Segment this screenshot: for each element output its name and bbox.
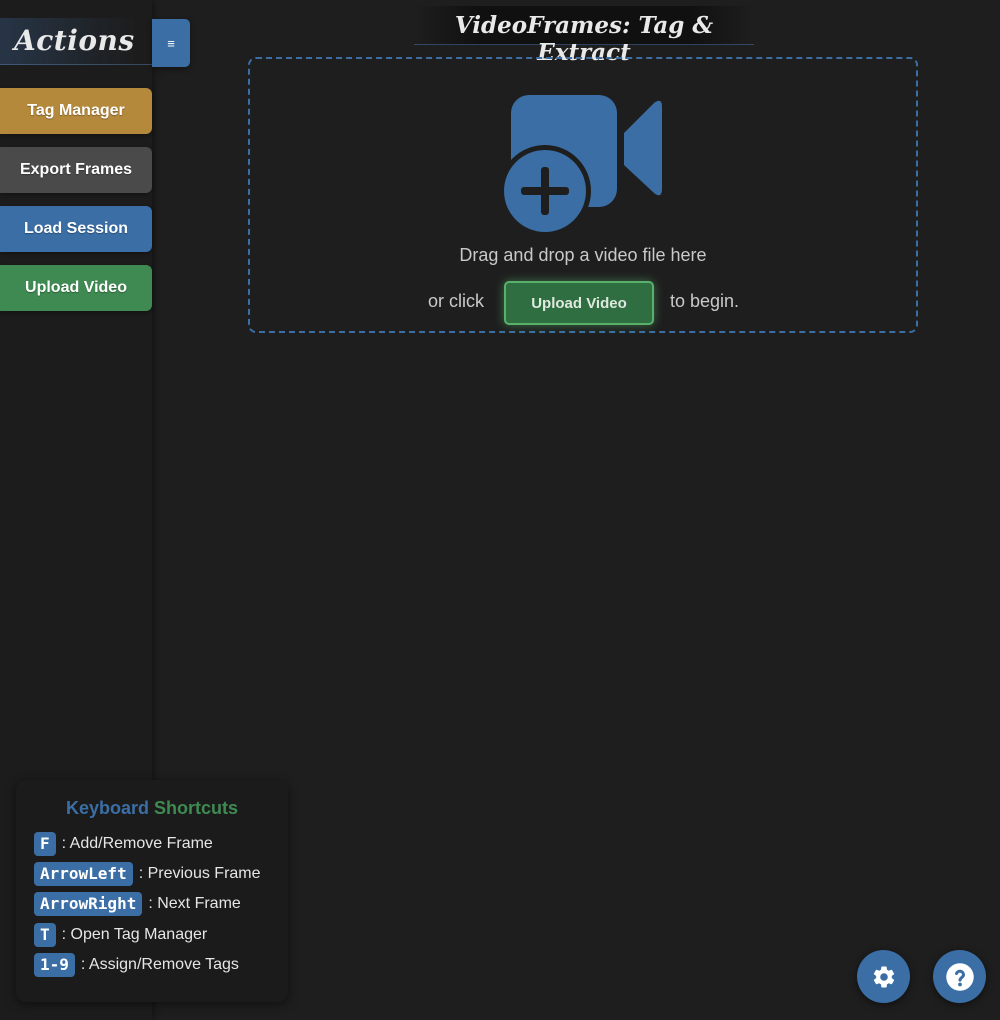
help-button[interactable] <box>933 950 986 1003</box>
shortcut-key: F <box>34 832 56 856</box>
load-session-button[interactable]: Load Session <box>0 206 152 252</box>
shortcuts-title-shortcuts: Shortcuts <box>154 798 239 818</box>
shortcut-action: : Assign/Remove Tags <box>80 956 239 973</box>
sidebar-header: Actions <box>0 18 152 65</box>
to-begin-text: to begin. <box>670 291 740 311</box>
help-icon <box>945 962 974 991</box>
shortcut-action: : Next Frame <box>148 895 241 912</box>
settings-button[interactable] <box>857 950 910 1003</box>
sidebar-upload-video-button[interactable]: Upload Video <box>0 265 152 311</box>
shortcut-action: : Previous Frame <box>138 865 261 882</box>
shortcuts-title-keyboard: Keyboard <box>65 798 149 818</box>
tag-manager-button[interactable]: Tag Manager <box>0 88 152 134</box>
app-header: VideoFrames: Tag & Extract <box>414 6 754 66</box>
keyboard-shortcuts-panel: Keyboard Shortcuts F : Add/Remove Frame … <box>16 780 288 1002</box>
shortcuts-title: Keyboard Shortcuts <box>16 798 288 819</box>
export-frames-button[interactable]: Export Frames <box>0 147 152 193</box>
sidebar-toggle-button[interactable]: ≡ <box>152 19 190 67</box>
menu-icon: ≡ <box>167 35 175 51</box>
or-click-text: or click <box>428 291 485 311</box>
shortcut-item: F : Add/Remove Frame <box>34 831 213 857</box>
shortcut-key: ArrowRight <box>34 892 143 916</box>
sidebar-title: Actions <box>14 24 135 57</box>
shortcut-key: ArrowLeft <box>34 862 133 886</box>
video-plus-icon <box>502 95 662 237</box>
gear-icon <box>873 966 894 987</box>
shortcut-item: ArrowRight : Next Frame <box>34 891 241 917</box>
shortcut-item: 1-9 : Assign/Remove Tags <box>34 952 239 978</box>
shortcut-action: : Add/Remove Frame <box>61 835 213 852</box>
shortcut-key: T <box>34 923 56 947</box>
shortcut-item: T : Open Tag Manager <box>34 922 207 948</box>
shortcut-action: : Open Tag Manager <box>61 926 208 943</box>
video-dropzone[interactable]: Drag and drop a video file here or click… <box>248 57 918 333</box>
dropzone-instruction: Drag and drop a video file here <box>459 245 707 265</box>
shortcut-key: 1-9 <box>34 953 75 977</box>
app-root: Actions Tag Manager Export Frames Load S… <box>0 0 1000 1020</box>
shortcut-item: ArrowLeft : Previous Frame <box>34 861 261 887</box>
upload-video-button[interactable]: Upload Video <box>504 281 654 325</box>
